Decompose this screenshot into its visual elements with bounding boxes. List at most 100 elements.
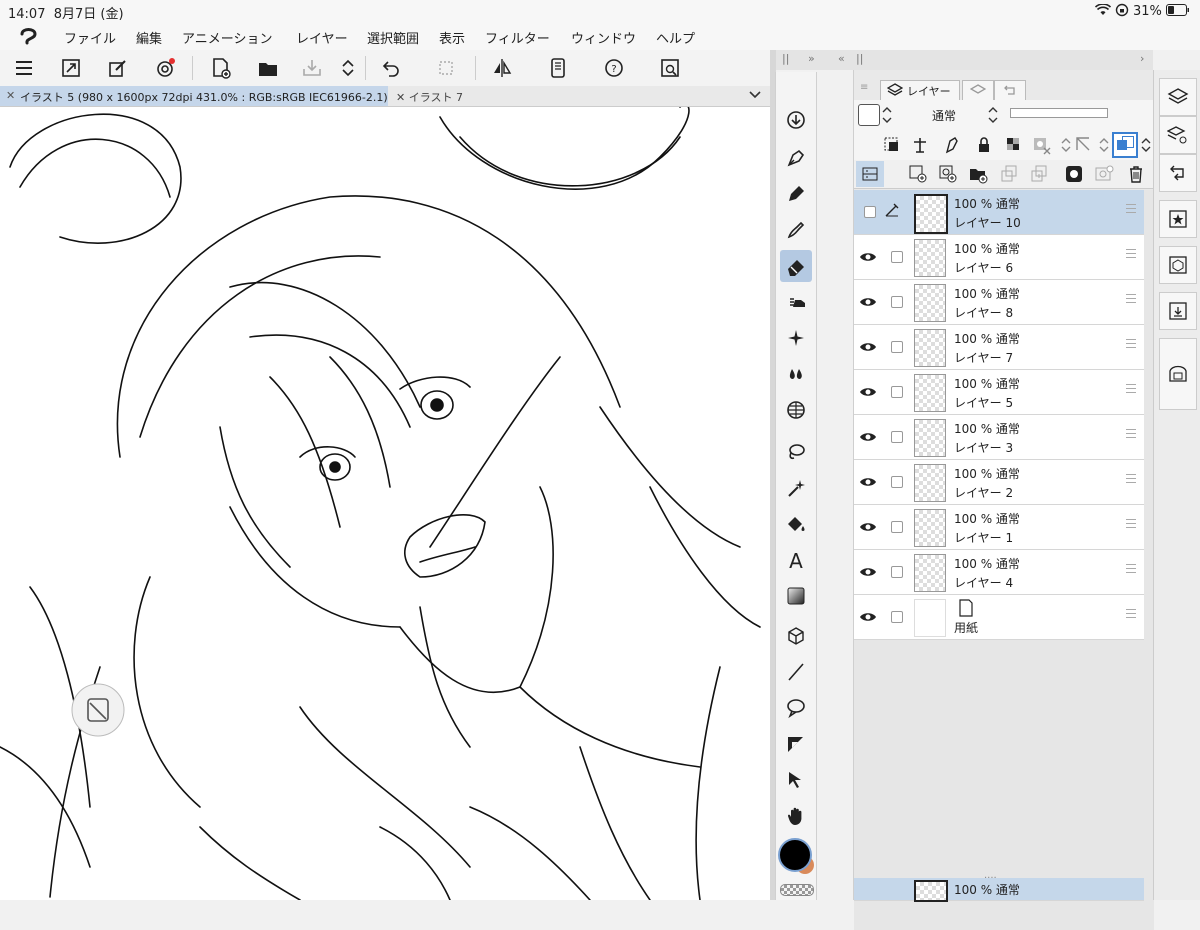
layer-row-bottom[interactable]: 100 % 通常 [854, 878, 1144, 902]
eye-icon[interactable] [858, 247, 878, 267]
transform-icon[interactable] [432, 54, 460, 82]
drag-handle-icon[interactable] [1126, 519, 1136, 529]
drag-handle-icon[interactable] [1126, 609, 1136, 619]
layer-row-2[interactable]: 100 % 通常 レイヤー 2 [854, 460, 1144, 505]
draft-layer-icon[interactable] [942, 135, 962, 155]
clip-studio-logo-icon[interactable] [18, 25, 40, 47]
blend-tool-icon[interactable] [780, 286, 812, 318]
chevron-right-icon[interactable]: › [1140, 52, 1144, 65]
pencil-tool-icon[interactable] [780, 178, 812, 210]
material-download-icon[interactable] [1159, 292, 1197, 330]
lock-checkbox[interactable] [891, 296, 903, 308]
close-icon[interactable]: ✕ [6, 89, 15, 102]
fill-bucket-icon[interactable] [780, 508, 812, 540]
eye-icon[interactable] [858, 517, 878, 537]
hand-tool-icon[interactable] [780, 800, 812, 832]
layer-row-paper[interactable]: 用紙 [854, 595, 1144, 640]
star-material-icon[interactable] [1159, 200, 1197, 238]
lock-checkbox[interactable] [891, 611, 903, 623]
eye-icon[interactable] [858, 607, 878, 627]
double-chevron-left-icon[interactable]: « [838, 52, 845, 65]
layer-row-7[interactable]: 100 % 通常 レイヤー 7 [854, 325, 1144, 370]
opacity-slider[interactable] [1010, 108, 1108, 118]
menu-filter[interactable]: フィルター [485, 28, 550, 47]
layer-row-8[interactable]: 100 % 通常 レイヤー 8 [854, 280, 1144, 325]
tab-illust-7[interactable]: ✕ イラスト 7 [396, 89, 463, 105]
eye-icon[interactable] [858, 562, 878, 582]
reference-layer-icon[interactable] [910, 135, 930, 155]
save-icon[interactable] [298, 54, 326, 82]
grip-icon[interactable]: ≡ [860, 82, 868, 93]
download-tool-icon[interactable] [780, 104, 812, 136]
eraser-tool-icon[interactable] [780, 250, 812, 282]
magic-wand-icon[interactable] [780, 472, 812, 504]
eye-icon[interactable] [858, 472, 878, 492]
history-icon[interactable] [1159, 154, 1197, 192]
blend-mode-select[interactable]: 通常 [932, 107, 956, 124]
line-tool-icon[interactable] [780, 656, 812, 688]
help-bubble-icon[interactable]: ? [600, 54, 628, 82]
search-window-icon[interactable] [656, 54, 684, 82]
lock-checkbox[interactable] [891, 521, 903, 533]
sparkle-tool-icon[interactable] [780, 322, 812, 354]
grip-icon[interactable]: || [782, 52, 789, 65]
eye-icon[interactable] [858, 292, 878, 312]
drag-handle-icon[interactable] [1126, 474, 1136, 484]
hamburger-menu-icon[interactable] [10, 54, 38, 82]
drawing-canvas[interactable] [0, 107, 770, 900]
chevron-updown-icon[interactable] [1094, 135, 1114, 155]
material-3d-icon[interactable] [1159, 246, 1197, 284]
merge-down-icon[interactable] [1030, 164, 1050, 184]
drops-tool-icon[interactable] [780, 358, 812, 390]
drag-handle-icon[interactable] [1126, 564, 1136, 574]
chevron-updown-icon[interactable] [1056, 135, 1076, 155]
lock-checkbox[interactable] [891, 251, 903, 263]
layer-row-5[interactable]: 100 % 通常 レイヤー 5 [854, 370, 1144, 415]
pen-tool-icon[interactable] [780, 142, 812, 174]
chevron-updown-icon[interactable] [986, 104, 1000, 130]
smartphone-icon[interactable] [544, 54, 572, 82]
transfer-down-icon[interactable] [1000, 164, 1020, 184]
menu-window[interactable]: ウィンドウ [571, 28, 636, 47]
layer-color-button[interactable] [1112, 132, 1138, 158]
lock-checkbox[interactable] [891, 386, 903, 398]
color-swatches[interactable] [778, 838, 814, 876]
layer-row-10[interactable]: 100 % 通常 レイヤー 10 [854, 190, 1144, 235]
clip-layer-icon[interactable] [882, 135, 902, 155]
tab-layer-property[interactable] [962, 80, 994, 101]
object-select-icon[interactable] [780, 764, 812, 796]
lock-icon[interactable] [974, 135, 994, 155]
layer-property-icon[interactable] [1159, 116, 1197, 154]
layer-row-3[interactable]: 100 % 通常 レイヤー 3 [854, 415, 1144, 460]
menu-layer[interactable]: レイヤー [296, 28, 348, 47]
text-tool-icon[interactable]: A [780, 544, 812, 576]
chevron-down-icon[interactable] [748, 88, 762, 105]
material-icon[interactable] [104, 54, 132, 82]
menu-selection[interactable]: 選択範囲 [367, 28, 419, 47]
transparent-color-swatch[interactable] [780, 884, 814, 896]
layer-row-4[interactable]: 100 % 通常 レイヤー 4 [854, 550, 1144, 595]
ruler-range-icon[interactable] [1074, 135, 1094, 155]
menu-animation[interactable]: アニメーション [182, 28, 272, 47]
menu-edit[interactable]: 編集 [136, 28, 162, 47]
lock-checkbox[interactable] [891, 341, 903, 353]
undo-icon[interactable] [377, 54, 405, 82]
speech-balloon-icon[interactable] [780, 692, 812, 724]
drag-handle-icon[interactable] [1126, 204, 1136, 214]
lock-checkbox[interactable] [891, 476, 903, 488]
chevron-updown-icon[interactable] [334, 54, 362, 82]
close-icon[interactable]: ✕ [396, 91, 409, 104]
gradient-tool-icon[interactable] [780, 580, 812, 612]
new-file-icon[interactable] [207, 54, 235, 82]
eye-icon[interactable] [858, 337, 878, 357]
ruler-tool-icon[interactable] [780, 728, 812, 760]
grip-icon[interactable]: || [856, 52, 863, 65]
lasso-tool-icon[interactable] [780, 436, 812, 468]
double-chevron-right-icon[interactable]: » [808, 52, 815, 65]
menu-file[interactable]: ファイル [64, 28, 116, 47]
drag-handle-icon[interactable] [1126, 429, 1136, 439]
layers-stack-icon[interactable] [1159, 78, 1197, 116]
new-raster-layer-icon[interactable] [908, 164, 928, 184]
trash-icon[interactable] [1126, 164, 1146, 184]
clip-studio-cloud-icon[interactable] [151, 54, 179, 82]
